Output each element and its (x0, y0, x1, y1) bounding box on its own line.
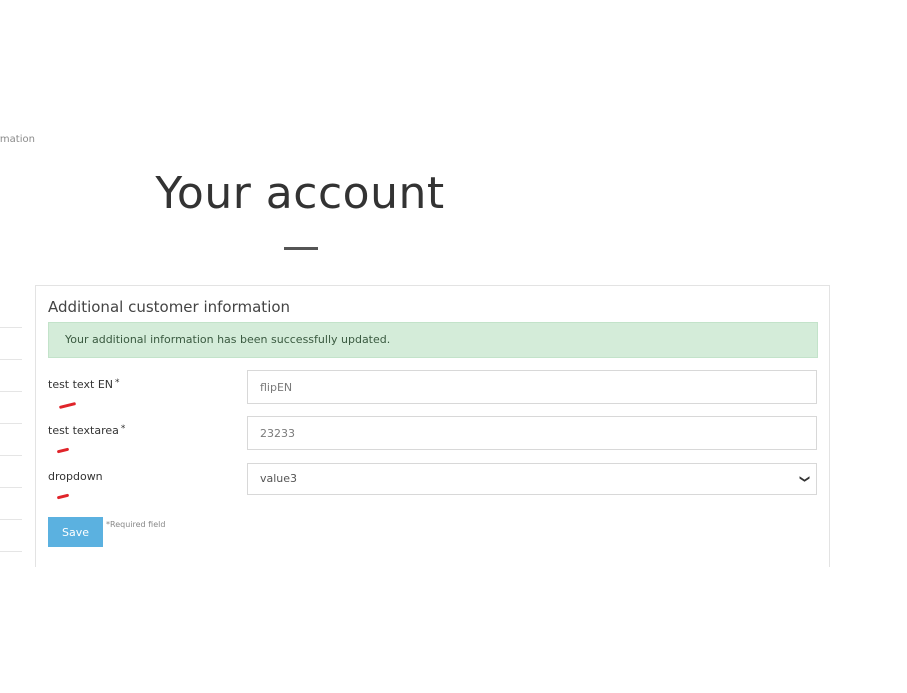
sidebar-item[interactable] (0, 520, 22, 552)
required-field-note: *Required field (106, 520, 166, 529)
sidebar-item[interactable] (0, 424, 22, 456)
required-star: * (120, 424, 126, 434)
sidebar-item[interactable] (0, 392, 22, 424)
page-title: Your account (155, 168, 445, 219)
panel-heading: Additional customer information (48, 298, 291, 316)
success-alert: Your additional information has been suc… (48, 322, 818, 358)
additional-info-panel: Additional customer information Your add… (35, 285, 830, 567)
save-button[interactable]: Save (48, 517, 103, 547)
dropdown-select[interactable]: value3 ❯ (247, 463, 817, 495)
red-annotation-mark (56, 493, 70, 500)
red-annotation-mark (58, 401, 77, 410)
red-annotation-mark (56, 447, 70, 454)
sidebar-item[interactable] (0, 296, 22, 328)
chevron-down-icon: ❯ (798, 474, 810, 484)
sidebar-item[interactable] (0, 360, 22, 392)
field-label-test-text-en: test text EN * (48, 378, 120, 391)
dropdown-selected-value: value3 (260, 472, 298, 485)
sidebar-item[interactable] (0, 328, 22, 360)
field-label-test-textarea: test textarea * (48, 424, 126, 437)
sidebar-item[interactable] (0, 456, 22, 488)
account-sidebar (0, 296, 22, 552)
test-text-en-input[interactable] (247, 370, 817, 404)
title-underline (284, 247, 318, 250)
breadcrumb-current: rmation (0, 134, 35, 145)
breadcrumb[interactable]: rmation (0, 134, 35, 145)
sidebar-item[interactable] (0, 488, 22, 520)
required-star: * (115, 378, 120, 388)
test-textarea-input[interactable] (247, 416, 817, 450)
field-label-dropdown: dropdown (48, 470, 103, 483)
